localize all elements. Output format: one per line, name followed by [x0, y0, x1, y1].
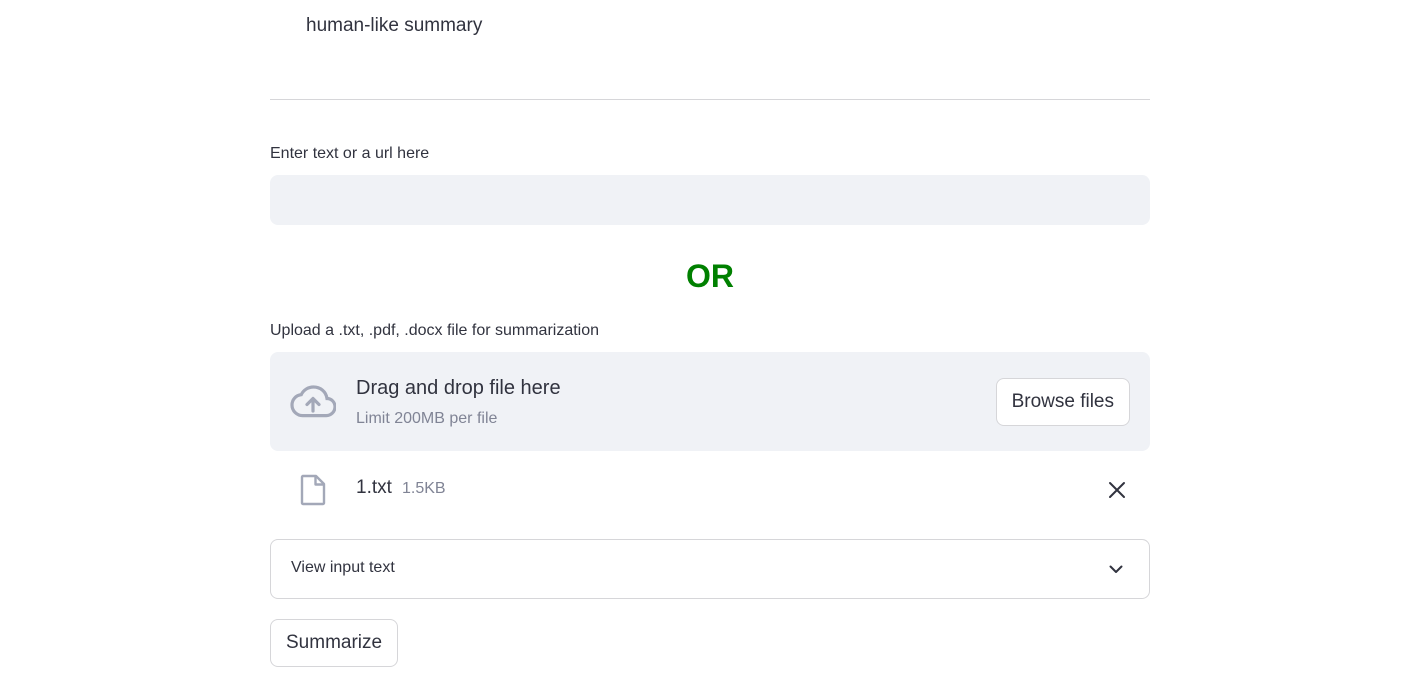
chevron-down-icon — [1109, 565, 1123, 573]
expander-label: View input text — [291, 559, 395, 576]
uploaded-file-row: 1.txt 1.5KB — [270, 465, 1150, 515]
intro-line: human-like summary — [306, 15, 483, 36]
view-input-text-expander[interactable]: View input text — [270, 539, 1150, 599]
dropzone-instruction: Drag and drop file here — [356, 377, 561, 399]
dropzone-limit: Limit 200MB per file — [356, 410, 498, 427]
summarize-button[interactable]: Summarize — [270, 619, 399, 667]
close-icon[interactable] — [1107, 480, 1127, 500]
text-url-input[interactable] — [270, 175, 1150, 225]
horizontal-divider — [270, 99, 1150, 100]
or-separator: OR — [686, 258, 734, 294]
file-icon — [300, 474, 326, 506]
uploader-label: Upload a .txt, .pdf, .docx file for summ… — [270, 322, 600, 339]
browse-files-button[interactable]: Browse files — [995, 378, 1130, 426]
file-dropzone[interactable]: Drag and drop file here Limit 200MB per … — [270, 352, 1150, 451]
uploaded-file-size: 1.5KB — [402, 480, 446, 497]
uploaded-file-name: 1.txt — [356, 477, 392, 498]
text-input-label: Enter text or a url here — [270, 145, 430, 162]
cloud-upload-icon — [290, 385, 336, 418]
intro-text: human-like summary — [306, 0, 1146, 46]
